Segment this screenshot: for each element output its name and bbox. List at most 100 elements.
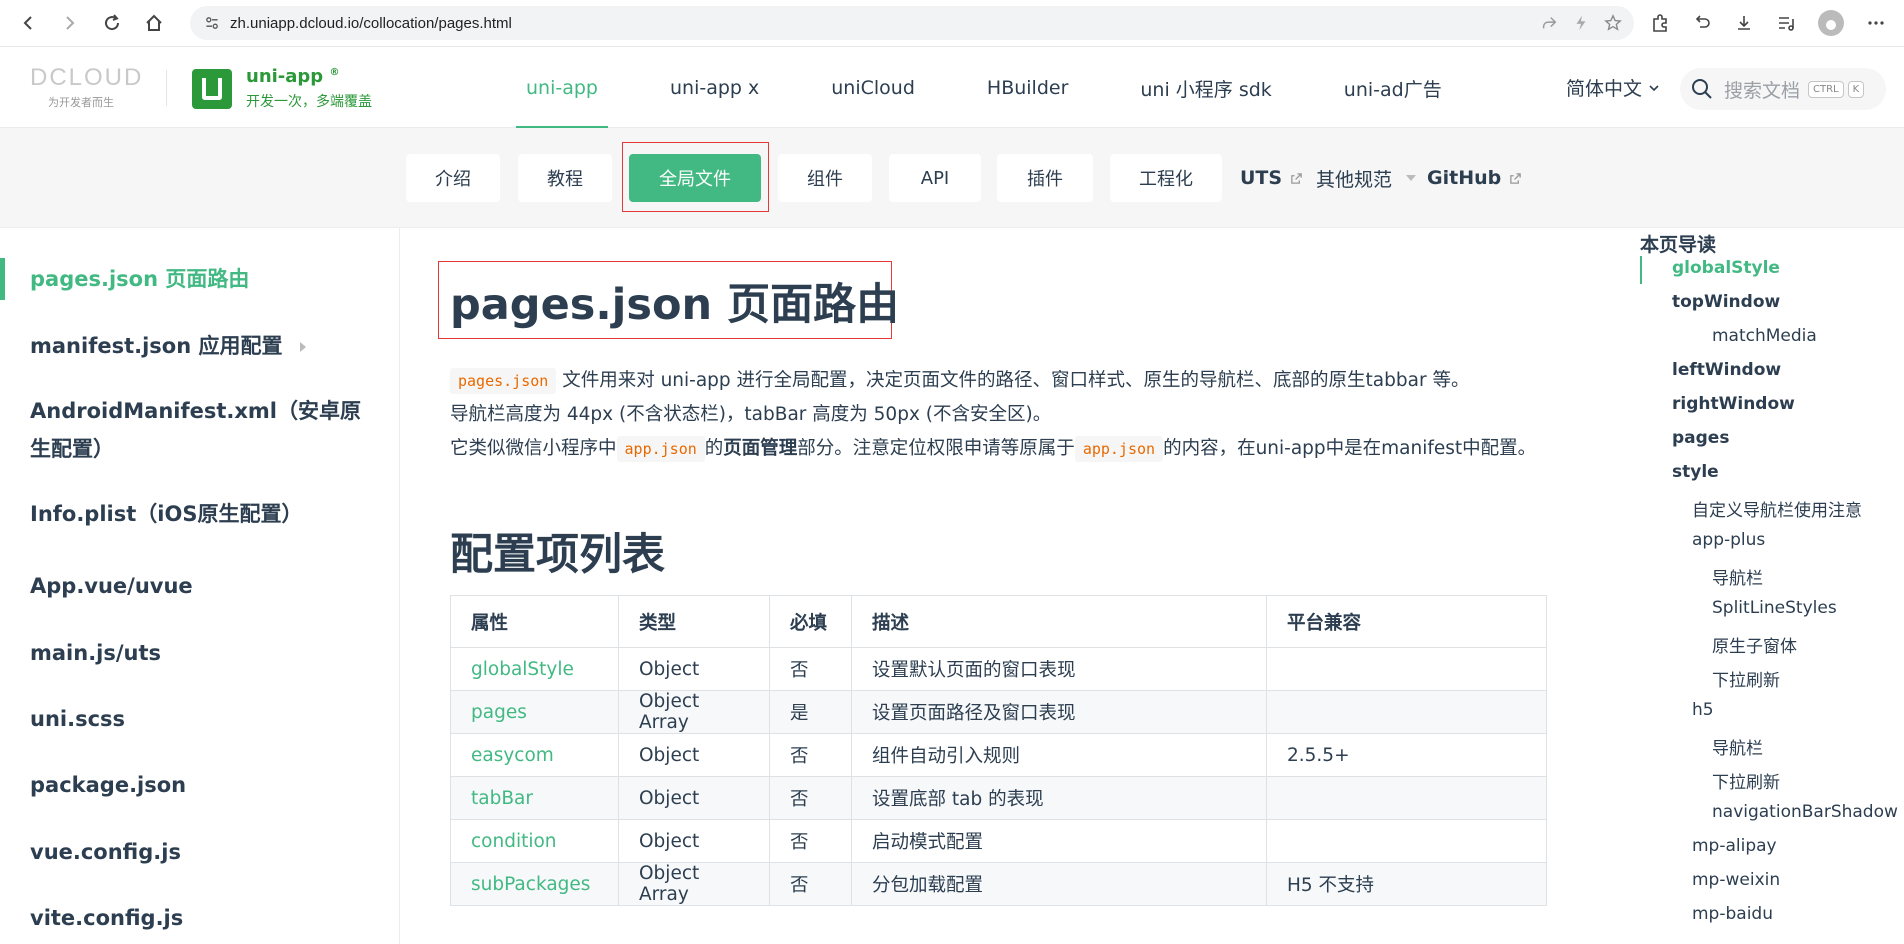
sidebar-item-uni-scss[interactable]: uni.scss — [30, 700, 370, 738]
column-header: 必填 — [769, 595, 852, 648]
product-title[interactable]: uni-app ® — [246, 66, 339, 87]
top-nav-uni-app-x[interactable]: uni-app x — [634, 48, 795, 128]
bookmark-star-icon[interactable] — [1604, 14, 1622, 32]
github-label: GitHub — [1427, 167, 1502, 189]
toc-item[interactable]: SplitLineStyles — [1712, 598, 1837, 618]
tab-engineering[interactable]: 工程化 — [1110, 154, 1222, 202]
sidebar-item-info-plist[interactable]: Info.plist（iOS原生配置） — [30, 495, 370, 533]
top-nav-uni-ad[interactable]: uni-ad广告 — [1308, 48, 1478, 128]
home-button[interactable] — [136, 5, 172, 41]
dcloud-logo-text: DCLOUD — [30, 64, 144, 91]
sidebar-item-main-js[interactable]: main.js/uts — [30, 634, 370, 672]
property-link[interactable]: subPackages — [450, 862, 619, 906]
sidebar-item-label: manifest.json 应用配置 — [30, 334, 283, 358]
tab-intro[interactable]: 介绍 — [406, 154, 500, 202]
toc-item[interactable]: globalStyle — [1672, 258, 1780, 278]
tab-global-files[interactable]: 全局文件 — [629, 154, 761, 202]
property-link[interactable]: globalStyle — [450, 647, 619, 691]
table-cell: Object — [618, 776, 770, 820]
sidebar-item-vue-config[interactable]: vue.config.js — [30, 833, 370, 871]
sidebar-item-app-vue[interactable]: App.vue/uvue — [30, 567, 370, 605]
tab-api[interactable]: API — [889, 154, 981, 202]
back-button[interactable] — [10, 5, 46, 41]
toc-item[interactable]: h5 — [1692, 700, 1714, 720]
top-nav-unicloud[interactable]: uniCloud — [795, 48, 951, 128]
column-header: 属性 — [450, 595, 619, 648]
sidebar-active-indicator — [0, 258, 5, 300]
forward-button[interactable] — [52, 5, 88, 41]
subnav-github-link[interactable]: GitHub — [1427, 154, 1522, 202]
dcloud-logo[interactable]: DCLOUD 为开发者而生 — [30, 64, 148, 110]
toc-item[interactable]: navigationBarShadow — [1712, 802, 1898, 822]
intro-paragraph: pages.json 文件用来对 uni-app 进行全局配置，决定页面文件的路… — [450, 364, 1570, 466]
section-title: 配置项列表 — [450, 530, 665, 580]
top-nav-mini-program-sdk[interactable]: uni 小程序 sdk — [1104, 48, 1307, 128]
table-cell: 否 — [769, 733, 852, 777]
toc-item[interactable]: pages — [1672, 428, 1729, 448]
url-text[interactable]: zh.uniapp.dcloud.io/collocation/pages.ht… — [230, 15, 512, 32]
home-icon — [146, 14, 162, 31]
toc-item[interactable]: 下拉刷新 — [1712, 666, 1780, 691]
table-cell: 否 — [769, 862, 852, 906]
toc-item[interactable]: 原生子窗体 — [1712, 632, 1797, 657]
address-bar[interactable]: zh.uniapp.dcloud.io/collocation/pages.ht… — [190, 6, 1634, 40]
share-icon[interactable] — [1540, 14, 1558, 32]
sidebar-item-vite-config[interactable]: vite.config.js — [30, 899, 370, 937]
more-menu-icon[interactable] — [1866, 13, 1886, 33]
table-cell: Object Array — [618, 862, 770, 906]
toc-item[interactable]: 导航栏 — [1712, 734, 1763, 759]
language-select[interactable]: 简体中文 — [1566, 74, 1660, 101]
toc-item[interactable]: 下拉刷新 — [1712, 768, 1780, 793]
table-cell — [1266, 819, 1547, 863]
top-nav-uni-app[interactable]: uni-app — [490, 48, 634, 128]
tab-tutorial[interactable]: 教程 — [518, 154, 612, 202]
table-cell — [1266, 647, 1547, 691]
table-row: globalStyle Object 否 设置默认页面的窗口表现 — [450, 647, 1547, 691]
reading-list-icon[interactable] — [1776, 13, 1796, 33]
text-span: 部分。注意定位权限申请等原属于 — [797, 438, 1075, 459]
top-nav: uni-app uni-app x uniCloud HBuilder uni … — [490, 48, 1478, 128]
site-settings-icon[interactable] — [204, 15, 220, 31]
text-span: 它类似微信小程序中 — [450, 438, 617, 459]
subnav-other-specs[interactable]: 其他规范 — [1316, 154, 1417, 202]
tab-plugins[interactable]: 插件 — [997, 154, 1093, 202]
toc-item[interactable]: leftWindow — [1672, 360, 1781, 380]
download-icon[interactable] — [1734, 13, 1754, 33]
lightning-icon[interactable] — [1572, 14, 1590, 32]
column-header: 平台兼容 — [1266, 595, 1547, 648]
undo-history-icon[interactable] — [1692, 13, 1712, 33]
property-link[interactable]: tabBar — [450, 776, 619, 820]
sidebar-item-pages-json[interactable]: pages.json 页面路由 — [30, 260, 370, 298]
toc-item[interactable]: mp-alipay — [1692, 836, 1777, 856]
toc-item[interactable]: mp-baidu — [1692, 904, 1773, 924]
search-input[interactable]: 搜索文档 CTRL K — [1680, 68, 1886, 110]
intro-text: 文件用来对 uni-app 进行全局配置，决定页面文件的路径、窗口样式、原生的导… — [562, 370, 1470, 391]
sidebar-item-androidmanifest[interactable]: AndroidManifest.xml（安卓原生配置） — [30, 392, 370, 468]
table-cell — [1266, 776, 1547, 820]
top-nav-hbuilder[interactable]: HBuilder — [951, 48, 1104, 128]
reload-button[interactable] — [94, 5, 130, 41]
column-header: 描述 — [851, 595, 1267, 648]
tab-components[interactable]: 组件 — [778, 154, 872, 202]
profile-avatar[interactable] — [1818, 10, 1844, 36]
toc-item[interactable]: app-plus — [1692, 530, 1765, 550]
subnav-uts-link[interactable]: UTS — [1240, 154, 1303, 202]
table-cell: Object — [618, 733, 770, 777]
caret-down-icon — [1406, 175, 1417, 181]
toc-item[interactable]: rightWindow — [1672, 394, 1795, 414]
table-row: tabBar Object 否 设置底部 tab 的表现 — [450, 776, 1547, 820]
property-link[interactable]: easycom — [450, 733, 619, 777]
toc-item[interactable]: 导航栏 — [1712, 564, 1763, 589]
sidebar-item-manifest-json[interactable]: manifest.json 应用配置 — [30, 327, 370, 365]
property-link[interactable]: pages — [450, 690, 619, 734]
toc-item[interactable]: matchMedia — [1712, 326, 1817, 346]
extensions-icon[interactable] — [1650, 13, 1670, 33]
toc-item[interactable]: 自定义导航栏使用注意 — [1692, 496, 1862, 521]
sidebar-item-package-json[interactable]: package.json — [30, 766, 370, 804]
toc-item[interactable]: topWindow — [1672, 292, 1780, 312]
toc-item[interactable]: mp-weixin — [1692, 870, 1780, 890]
table-cell: Object Array — [618, 690, 770, 734]
uni-app-logo-icon[interactable] — [192, 69, 232, 109]
toc-item[interactable]: style — [1672, 462, 1719, 482]
property-link[interactable]: condition — [450, 819, 619, 863]
